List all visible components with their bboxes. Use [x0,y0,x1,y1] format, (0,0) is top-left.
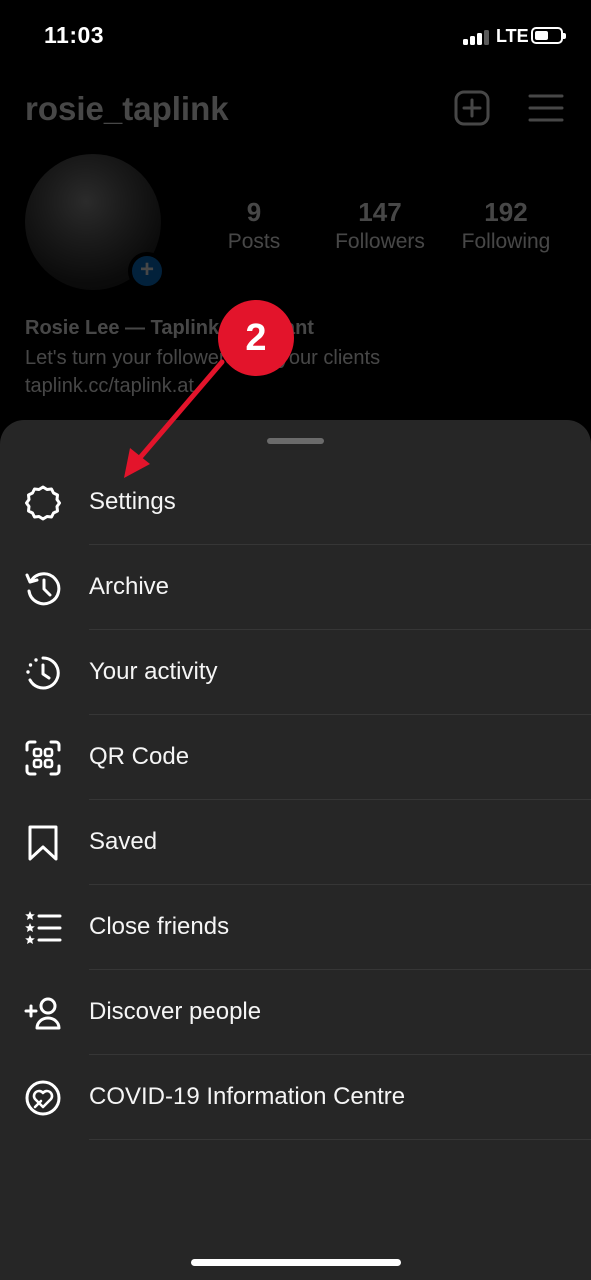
menu-label-saved: Saved [89,828,158,855]
profile-header: rosie_taplink + 9 Posts 147 Followers 19… [0,72,591,432]
options-menu: Settings Archive Your activity QR Code S… [0,460,591,1140]
menu-item-close-friends[interactable]: Close friends [0,885,591,970]
menu-item-discover-people[interactable]: Discover people [0,970,591,1055]
bio-text: Let's turn your followers into your clie… [25,347,381,369]
stat-followers[interactable]: 147 Followers [315,197,445,254]
signal-strength-icon [463,30,491,45]
stat-posts[interactable]: 9 Posts [189,197,319,254]
add-story-icon[interactable]: + [128,252,166,290]
archive-history-icon [25,572,61,606]
covid-heart-icon [25,1080,61,1116]
home-indicator[interactable] [191,1259,401,1266]
step-number-badge: 2 [218,300,294,376]
battery-icon [531,27,566,44]
menu-item-saved[interactable]: Saved [0,800,591,885]
menu-item-qr-code[interactable]: QR Code [0,715,591,800]
menu-item-your-activity[interactable]: Your activity [0,630,591,715]
menu-label-settings: Settings [89,488,176,515]
stat-following-value: 192 [484,197,528,227]
stat-posts-label: Posts [227,230,281,253]
close-friends-list-icon [25,911,62,944]
menu-label-covid-info: COVID-19 Information Centre [89,1083,406,1110]
options-bottom-sheet: Settings Archive Your activity QR Code S… [0,420,591,1280]
bookmark-icon [28,825,58,861]
menu-label-qr-code: QR Code [89,743,190,770]
menu-label-your-activity: Your activity [89,658,218,685]
menu-item-covid-info[interactable]: COVID-19 Information Centre [0,1055,591,1140]
settings-gear-icon [25,485,61,521]
status-bar: 11:03 LTE [0,0,591,72]
stat-posts-value: 9 [246,197,262,227]
stat-followers-label: Followers [335,230,425,253]
qr-code-icon [25,740,61,776]
menu-item-archive[interactable]: Archive [0,545,591,630]
stat-following[interactable]: 192 Following [441,197,571,254]
stat-following-label: Following [461,230,551,253]
profile-username[interactable]: rosie_taplink [25,90,229,128]
menu-label-close-friends: Close friends [89,913,230,940]
stat-followers-value: 147 [358,197,402,227]
menu-item-settings[interactable]: Settings [0,460,591,545]
bio-link[interactable]: taplink.cc/taplink.at [25,375,194,398]
new-post-icon[interactable] [454,90,490,126]
menu-label-discover-people: Discover people [89,998,262,1025]
hamburger-menu-icon[interactable] [528,92,564,124]
add-person-icon [24,997,61,1030]
sheet-grabber-handle[interactable] [267,438,324,444]
network-type: LTE [496,26,529,46]
activity-clock-icon [26,656,60,690]
menu-label-archive: Archive [89,573,170,600]
status-time: 11:03 [44,22,105,48]
